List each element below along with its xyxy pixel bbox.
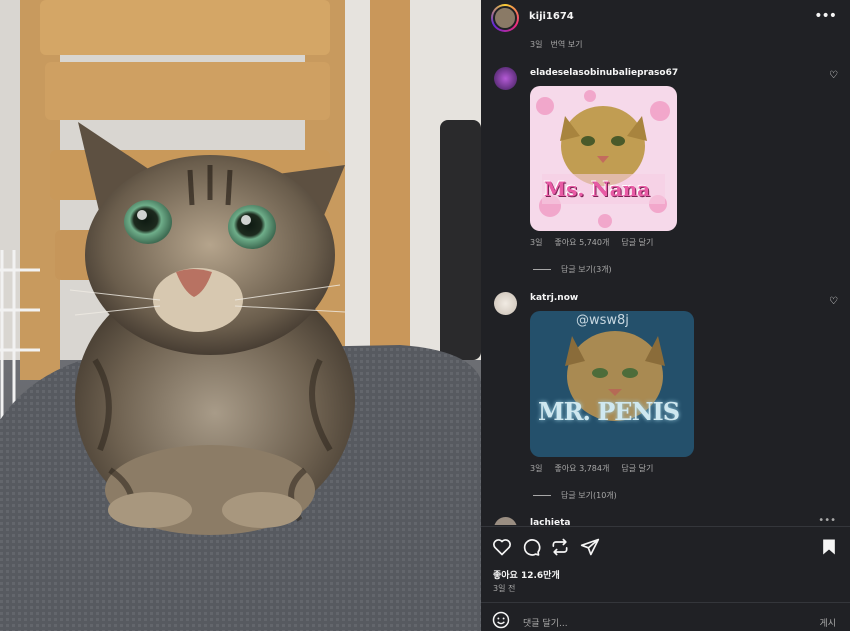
previous-comment-time: 3일 xyxy=(530,40,543,49)
comment-meta: 3일 좋아요 5,740개 답글 달기 xyxy=(530,237,665,248)
post-photo xyxy=(0,0,481,631)
comment-image[interactable]: @wsw8j MR. PENIS xyxy=(530,311,694,457)
like-comment-heart-icon[interactable]: ♡ xyxy=(829,296,838,307)
commenter-username[interactable]: eladeselasobinubaliepraso67 xyxy=(530,68,678,78)
comment-time: 3일 xyxy=(530,464,543,473)
post-timestamp: 3일 전 xyxy=(493,584,516,593)
post-likes-count[interactable]: 좋아요 12.6만개 xyxy=(493,568,560,581)
reply-button[interactable]: 답글 달기 xyxy=(621,464,653,473)
author-username[interactable]: kiji1674 xyxy=(529,11,574,22)
view-replies-label: 답글 보기(10개) xyxy=(561,491,617,500)
comment-likes[interactable]: 좋아요 3,784개 xyxy=(554,464,609,473)
comment-image[interactable]: Ms. Nana xyxy=(530,86,677,231)
comment-image-caption: MR. PENIS xyxy=(538,397,680,426)
see-translation-link[interactable]: 번역 보기 xyxy=(550,40,582,49)
comment-image-watermark: @wsw8j xyxy=(576,313,629,328)
heart-icon[interactable] xyxy=(492,537,512,557)
post-side-panel: kiji1674 ••• 3일 번역 보기 eladeselasobinubali… xyxy=(481,0,850,631)
add-comment-bar: 댓글 달기... 게시 xyxy=(481,602,850,631)
comment-meta: 3일 좋아요 3,784개 답글 달기 xyxy=(530,463,665,474)
send-icon[interactable] xyxy=(580,537,600,557)
post-header: kiji1674 ••• xyxy=(481,0,850,36)
comment-image-graphic xyxy=(530,86,677,231)
post-action-bar: 좋아요 12.6만개 3일 전 댓글 달기... 게시 xyxy=(481,526,850,631)
emoji-icon[interactable] xyxy=(492,611,510,629)
commenter-username[interactable]: lachieta xyxy=(530,518,570,526)
comment-more-icon[interactable]: ••• xyxy=(818,515,836,524)
comment-image-graphic xyxy=(530,311,694,457)
previous-comment-meta: 3일 번역 보기 xyxy=(530,39,590,50)
like-comment-heart-icon[interactable]: ♡ xyxy=(829,70,838,81)
author-avatar[interactable] xyxy=(491,4,519,32)
comment-time: 3일 xyxy=(530,238,543,247)
commenter-avatar[interactable] xyxy=(494,67,517,90)
commenter-avatar[interactable] xyxy=(494,292,517,315)
share-icon[interactable] xyxy=(550,537,570,557)
comment-image-caption: Ms. Nana xyxy=(544,177,651,201)
reply-button[interactable]: 답글 달기 xyxy=(621,238,653,247)
view-replies-label: 답글 보기(3개) xyxy=(561,265,612,274)
commenter-username[interactable]: katrj.now xyxy=(530,293,578,303)
bookmark-icon[interactable] xyxy=(819,537,839,557)
comment-icon[interactable] xyxy=(521,537,541,557)
comment-likes[interactable]: 좋아요 5,740개 xyxy=(554,238,609,247)
post-comment-button[interactable]: 게시 xyxy=(819,616,836,629)
commenter-avatar[interactable] xyxy=(494,517,517,525)
comment-input[interactable]: 댓글 달기... xyxy=(523,616,568,629)
view-replies-button[interactable]: 답글 보기(3개) xyxy=(533,264,612,275)
cat-photo-image xyxy=(0,0,481,631)
view-replies-button[interactable]: 답글 보기(10개) xyxy=(533,490,617,501)
more-options-icon[interactable]: ••• xyxy=(814,8,837,24)
